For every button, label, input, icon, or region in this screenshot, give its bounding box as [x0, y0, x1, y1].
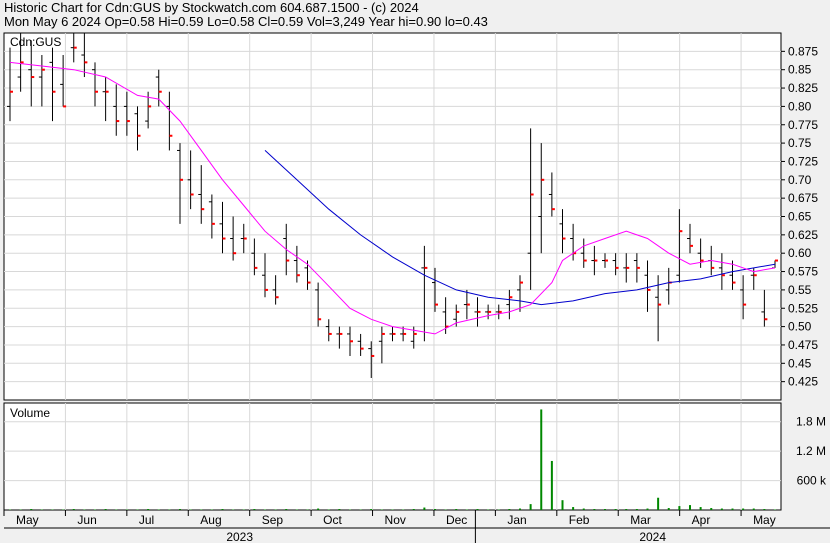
volume-bar: [104, 509, 107, 510]
month-label: May: [753, 513, 776, 527]
volume-bar: [582, 508, 585, 510]
month-label: Nov: [385, 513, 406, 527]
volume-bar: [678, 506, 681, 510]
volume-bar: [572, 507, 575, 510]
volume-tick-label: 600 k: [797, 474, 827, 488]
volume-bar: [317, 508, 320, 510]
volume-bar: [614, 509, 617, 510]
volume-tick-label: 1.8 M: [796, 415, 826, 429]
volume-bar: [455, 509, 458, 510]
month-label: Jun: [77, 513, 96, 527]
price-tick-label: 0.65: [788, 210, 812, 224]
month-label: Aug: [200, 513, 221, 527]
month-label: Dec: [446, 513, 467, 527]
price-tick-label: 0.475: [788, 338, 818, 352]
volume-bar: [529, 504, 532, 510]
volume-bar: [667, 508, 670, 510]
volume-tick-label: 1.2 M: [796, 444, 826, 458]
symbol-label: Cdn:GUS: [10, 35, 61, 49]
price-tick-label: 0.775: [788, 118, 818, 132]
volume-bar: [635, 509, 638, 510]
price-tick-label: 0.425: [788, 375, 818, 389]
price-tick-label: 0.70: [788, 173, 812, 187]
volume-bar: [720, 508, 723, 510]
month-label: Oct: [323, 513, 342, 527]
volume-bar: [710, 508, 713, 510]
price-tick-label: 0.575: [788, 265, 818, 279]
price-tick-label: 0.725: [788, 154, 818, 168]
price-tick-label: 0.85: [788, 63, 812, 77]
price-tick-label: 0.675: [788, 191, 818, 205]
month-label: Mar: [630, 513, 651, 527]
volume-bar: [412, 509, 415, 510]
volume-bar: [338, 509, 341, 510]
year-label: 2023: [226, 530, 253, 543]
volume-bar: [657, 497, 660, 510]
month-label: Jan: [507, 513, 526, 527]
volume-bar: [742, 508, 745, 510]
volume-bar: [423, 507, 426, 510]
volume-bar: [519, 508, 521, 510]
volume-bar: [508, 509, 511, 510]
volume-bar: [550, 460, 553, 510]
price-tick-label: 0.45: [788, 356, 812, 370]
volume-bar: [147, 509, 150, 510]
month-label: May: [16, 513, 39, 527]
volume-bar: [540, 409, 543, 510]
volume-bar: [646, 508, 649, 510]
month-label: Sep: [262, 513, 284, 527]
price-tick-label: 0.875: [788, 44, 818, 58]
volume-bar: [561, 500, 564, 510]
price-tick-label: 0.50: [788, 320, 812, 334]
volume-bar: [179, 509, 181, 510]
volume-bar: [434, 509, 436, 510]
year-label: 2024: [639, 530, 666, 543]
volume-bar: [699, 507, 702, 510]
volume-bar: [30, 509, 33, 510]
price-tick-label: 0.625: [788, 228, 818, 242]
volume-bar: [476, 509, 479, 510]
month-label: Feb: [569, 513, 590, 527]
price-tick-label: 0.525: [788, 301, 818, 315]
volume-bar: [221, 509, 224, 510]
volume-bar: [763, 509, 766, 510]
volume-bar: [72, 509, 75, 510]
volume-bar: [285, 509, 288, 510]
price-tick-label: 0.75: [788, 136, 812, 150]
price-tick-label: 0.80: [788, 99, 812, 113]
volume-bar: [689, 505, 691, 510]
volume-panel: [3, 402, 782, 511]
volume-bar: [253, 509, 256, 510]
month-label: Apr: [692, 513, 711, 527]
volume-bar: [604, 509, 606, 510]
month-label: Jul: [139, 513, 154, 527]
price-tick-label: 0.55: [788, 283, 812, 297]
volume-bar: [752, 508, 755, 510]
volume-bar: [625, 509, 628, 510]
price-tick-label: 0.60: [788, 246, 812, 260]
volume-label: Volume: [10, 406, 50, 420]
price-tick-label: 0.825: [788, 81, 818, 95]
volume-bar: [370, 509, 373, 510]
volume-bar: [593, 509, 596, 510]
volume-bar: [731, 508, 734, 510]
price-volume-chart: 0.875 0.85 0.825 0.80 0.775 0.75 0.725 0.70 0.67…: [3, 32, 830, 543]
